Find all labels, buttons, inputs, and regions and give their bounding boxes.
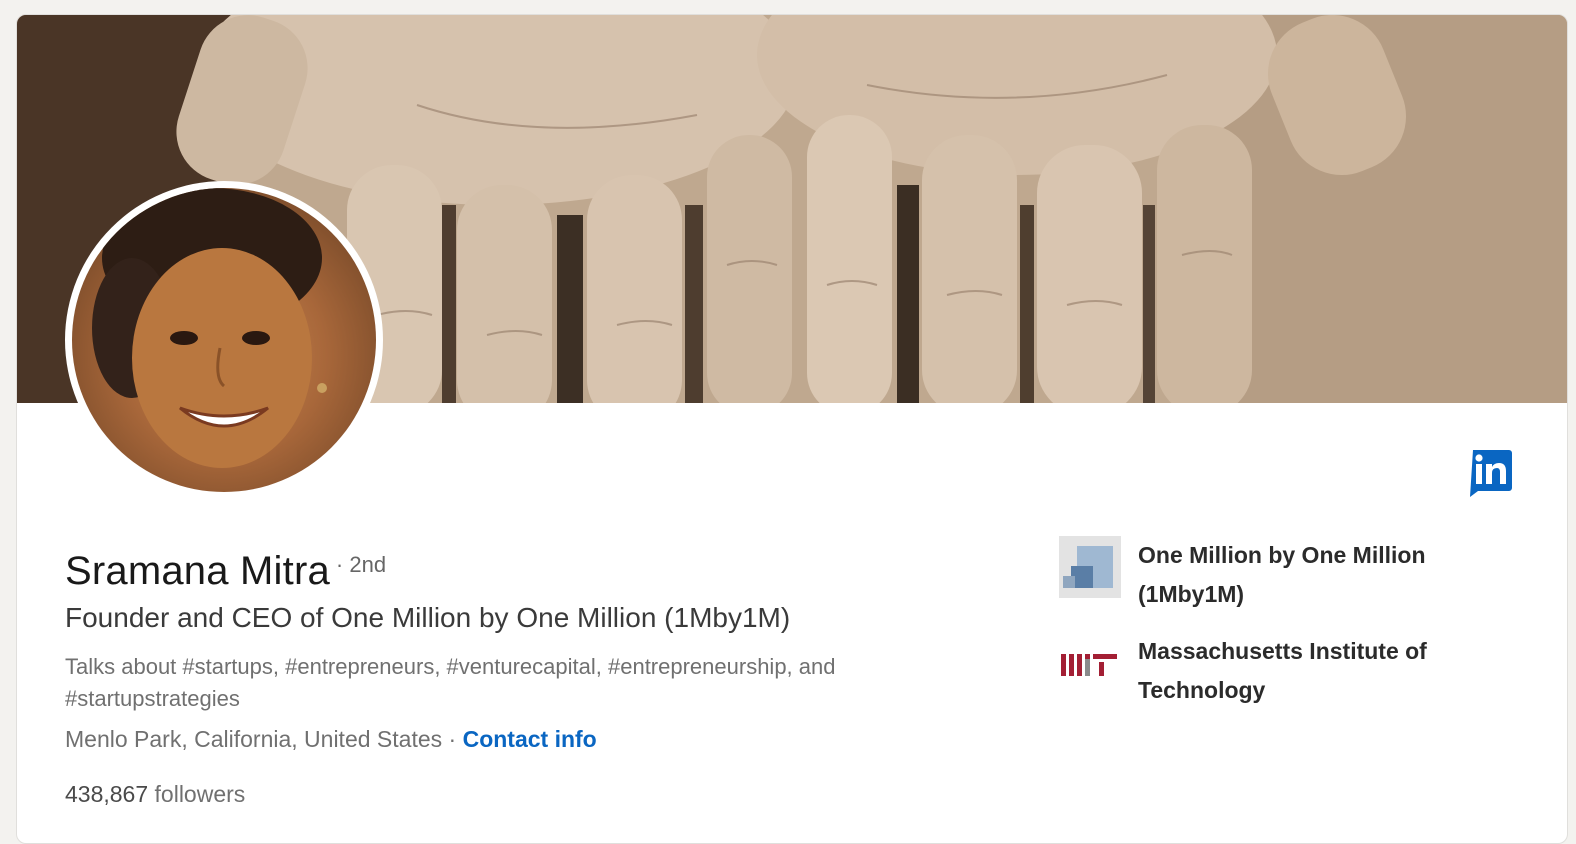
location-row: Menlo Park, California, United States · … [65, 726, 597, 753]
connection-degree: · 2nd [335, 552, 387, 577]
organization-1mby1m[interactable]: One Million by One Million (1Mby1M) [1059, 536, 1498, 614]
1mby1m-logo-icon [1059, 536, 1121, 598]
followers-number: 438,867 [65, 781, 149, 807]
profile-location: Menlo Park, California, United States [65, 726, 443, 752]
profile-headline: Founder and CEO of One Million by One Mi… [65, 602, 791, 633]
profile-name: Sramana Mitra [65, 549, 330, 593]
avatar [72, 188, 376, 492]
followers-count: 438,867 followers [65, 781, 245, 808]
followers-label: followers [148, 781, 246, 807]
organization-name: One Million by One Million (1Mby1M) [1138, 542, 1426, 607]
profile-photo[interactable] [65, 181, 383, 499]
contact-info-link[interactable]: Contact info [463, 726, 597, 752]
organization-mit[interactable]: Massachusetts Institute of Technology [1059, 632, 1498, 710]
mit-logo-icon [1059, 632, 1121, 694]
linkedin-icon[interactable] [1470, 450, 1512, 497]
separator-dot: · [442, 726, 463, 752]
organization-name: Massachusetts Institute of Technology [1138, 638, 1427, 703]
talks-about: Talks about #startups, #entrepreneurs, #… [65, 654, 836, 711]
profile-card: Sramana Mitra · 2nd Founder and CEO of O… [16, 14, 1568, 844]
name-row: Sramana Mitra · 2nd [65, 549, 386, 594]
